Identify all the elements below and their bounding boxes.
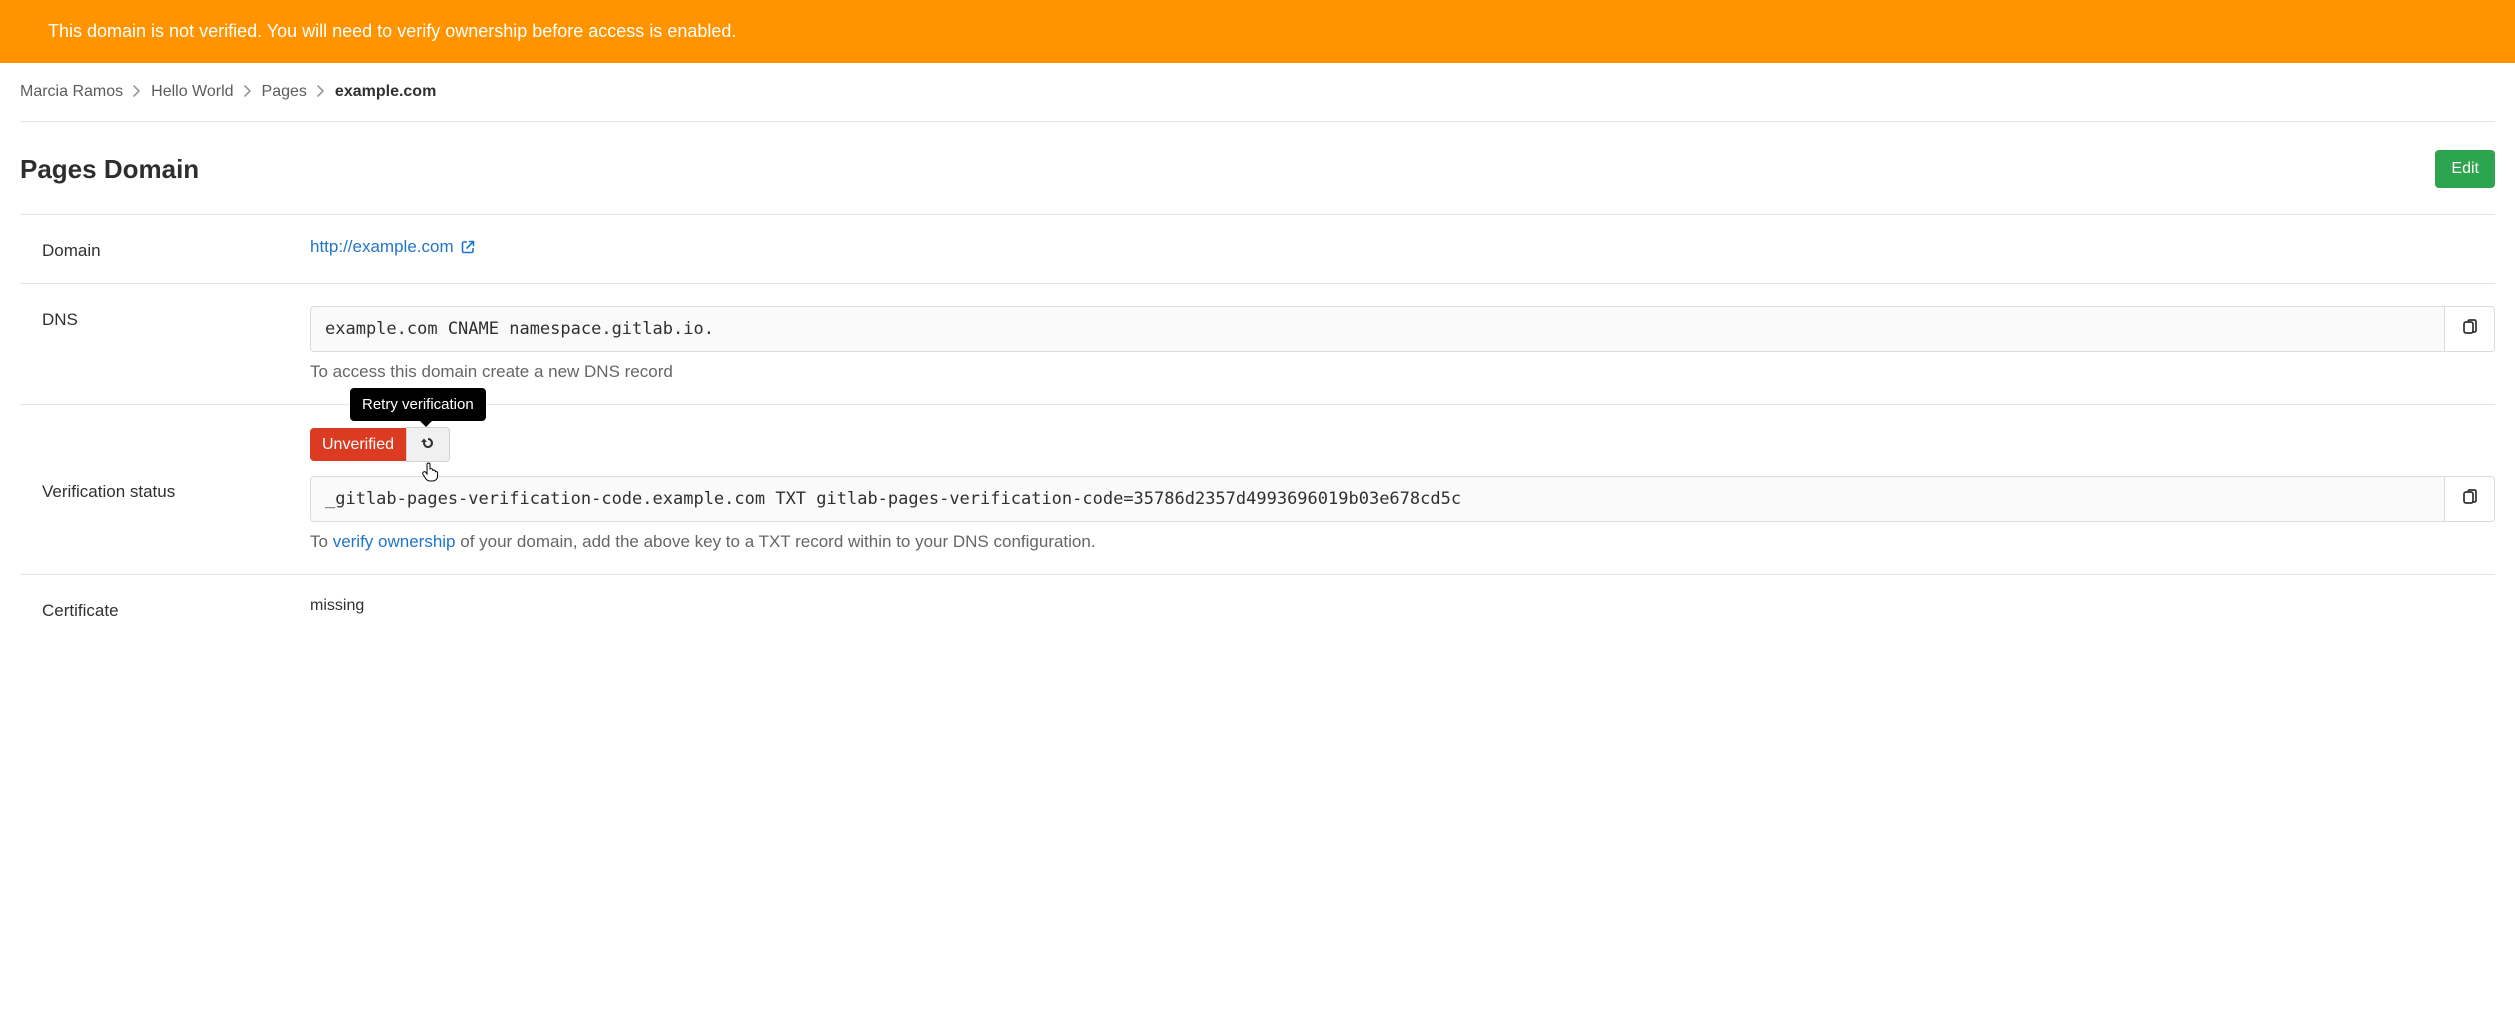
certificate-label: Certificate xyxy=(20,597,310,621)
copy-button[interactable] xyxy=(2445,306,2495,352)
breadcrumb-link[interactable]: Pages xyxy=(262,83,307,101)
certificate-value: missing xyxy=(310,597,364,614)
verification-hint-post: of your domain, add the above key to a T… xyxy=(456,532,1096,551)
verification-hint-pre: To xyxy=(310,532,333,551)
breadcrumb-link[interactable]: Hello World xyxy=(151,83,233,101)
verification-txt-code[interactable]: _gitlab-pages-verification-code.example.… xyxy=(310,476,2445,522)
copy-icon xyxy=(2461,319,2479,340)
dns-hint: To access this domain create a new DNS r… xyxy=(310,362,2495,382)
dns-label: DNS xyxy=(20,306,310,330)
breadcrumbs: Marcia Ramos Hello World Pages example.c… xyxy=(20,63,2495,122)
dns-record-code[interactable]: example.com CNAME namespace.gitlab.io. xyxy=(310,306,2445,352)
row-domain: Domain http://example.com xyxy=(20,215,2495,284)
retry-icon xyxy=(420,435,436,454)
status-badge: Unverified xyxy=(310,428,406,461)
external-link-icon xyxy=(460,239,476,255)
domain-url-text: http://example.com xyxy=(310,237,454,257)
verification-label: Verification status xyxy=(20,478,310,502)
row-certificate: Certificate missing xyxy=(20,575,2495,643)
page-title: Pages Domain xyxy=(20,154,199,185)
copy-icon xyxy=(2461,489,2479,510)
chevron-right-icon xyxy=(317,85,325,100)
row-dns: DNS example.com CNAME namespace.gitlab.i… xyxy=(20,284,2495,405)
verification-hint: To verify ownership of your domain, add … xyxy=(310,532,2495,552)
domain-label: Domain xyxy=(20,237,310,261)
verify-ownership-link[interactable]: verify ownership xyxy=(333,532,456,551)
chevron-right-icon xyxy=(133,85,141,100)
page-header: Pages Domain Edit xyxy=(20,122,2495,215)
domain-link[interactable]: http://example.com xyxy=(310,237,476,257)
copy-button[interactable] xyxy=(2445,476,2495,522)
alert-text: This domain is not verified. You will ne… xyxy=(48,21,736,41)
chevron-right-icon xyxy=(244,85,252,100)
edit-button[interactable]: Edit xyxy=(2435,150,2495,188)
breadcrumb-current: example.com xyxy=(335,83,436,101)
retry-tooltip: Retry verification xyxy=(350,388,486,421)
alert-banner: This domain is not verified. You will ne… xyxy=(0,0,2515,63)
row-verification: Verification status Retry verification U… xyxy=(20,405,2495,575)
breadcrumb-link[interactable]: Marcia Ramos xyxy=(20,83,123,101)
